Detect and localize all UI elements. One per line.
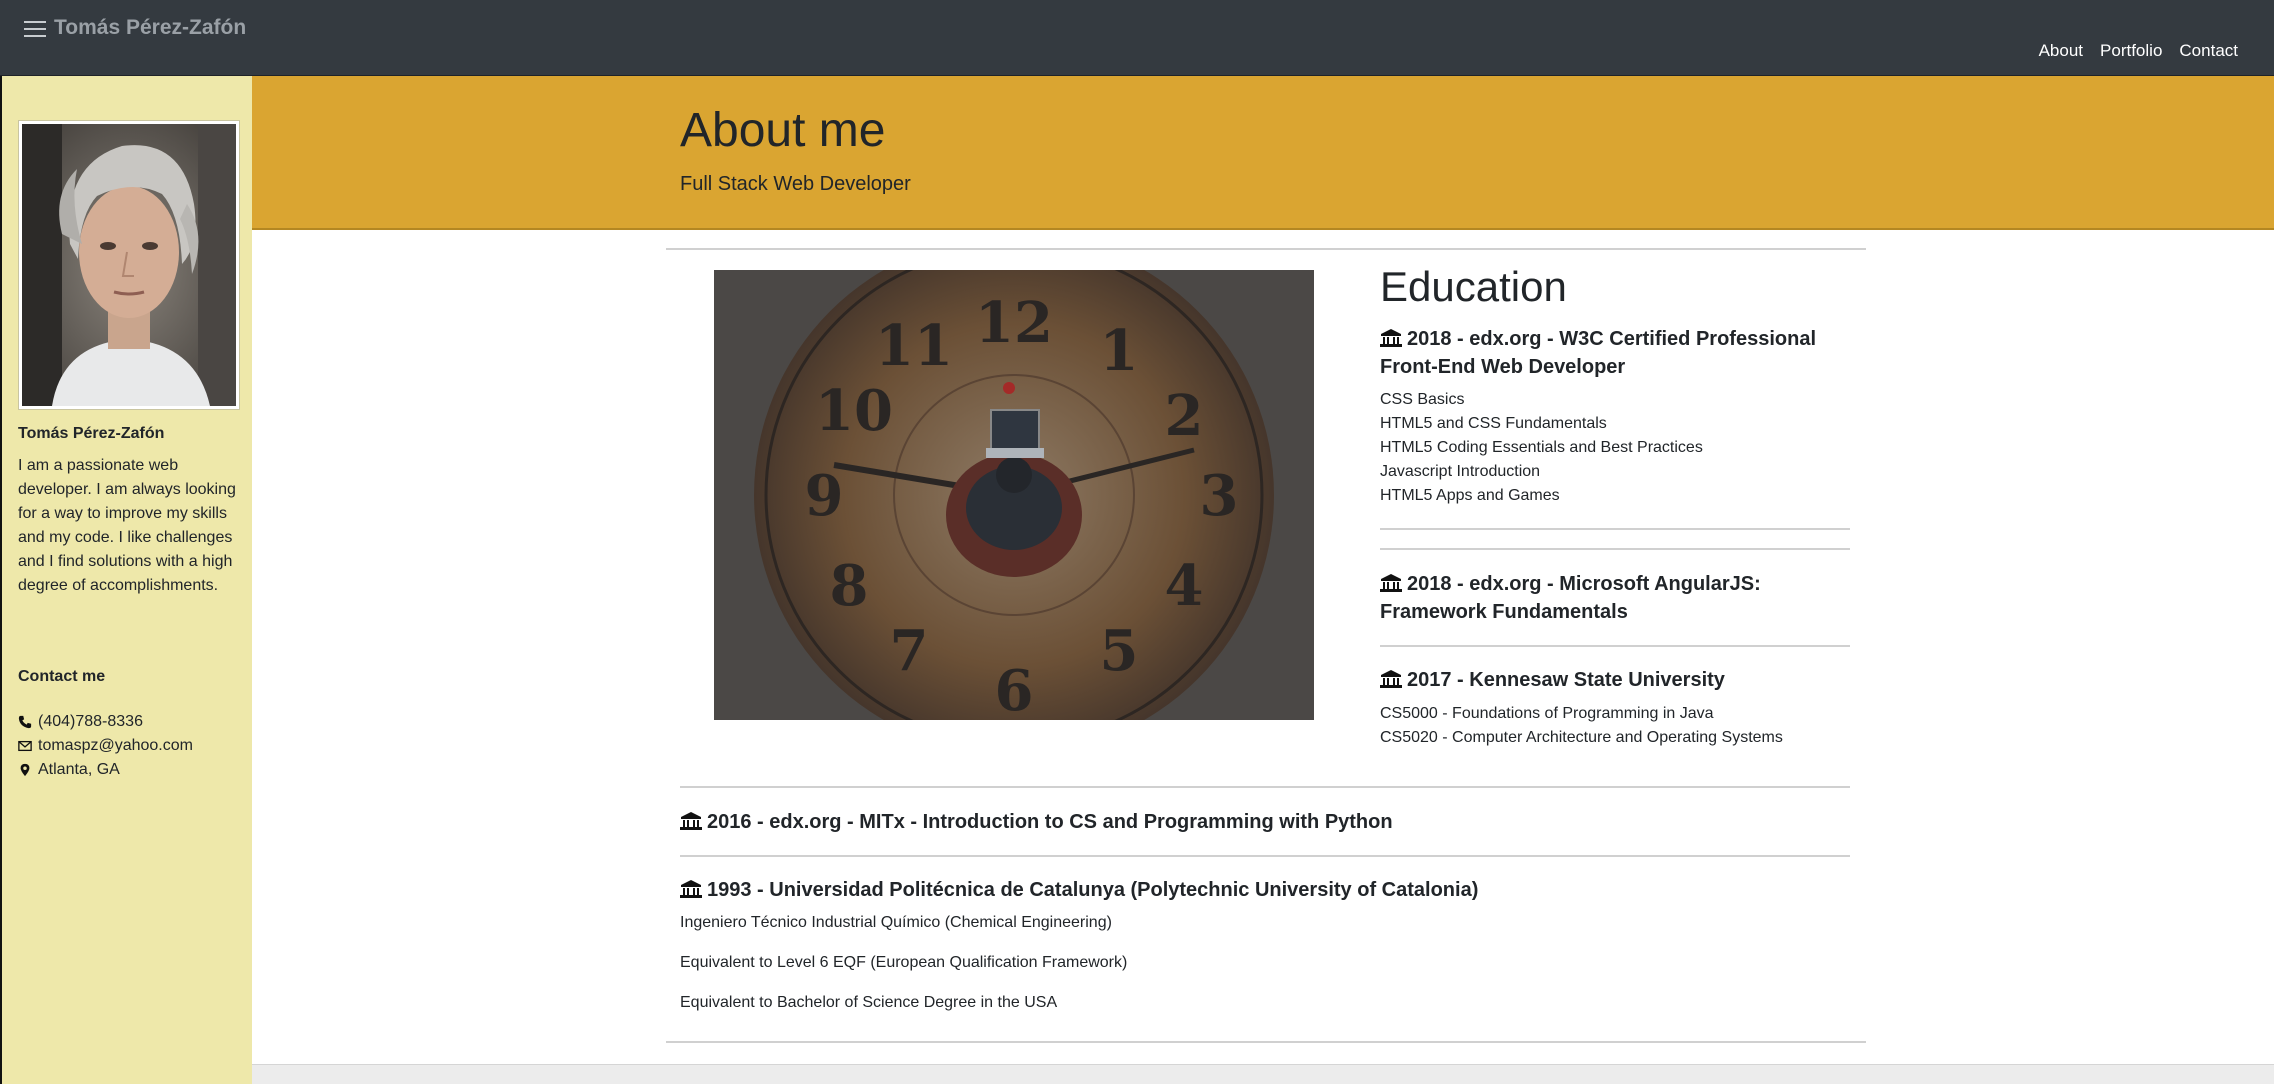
list-item: Equivalent to Level 6 EQF (European Qual… [680,954,1128,971]
education-entry-heading: 2018 - edx.org - Microsoft AngularJS: Fr… [1380,570,1860,626]
list-item: Javascript Introduction [1380,463,1541,480]
education-entry-title: 2016 - edx.org - MITx - Introduction to … [707,811,1393,833]
header-band: About me Full Stack Web Developer [252,76,2274,230]
page-title: About me [680,104,886,157]
brand[interactable]: Tomás Pérez-Zafón [24,16,246,40]
list-item: CS5020 - Computer Architecture and Opera… [1380,729,1783,746]
education-entry-title: 2017 - Kennesaw State University [1407,669,1725,691]
map-marker-icon [20,763,30,777]
list-item: HTML5 and CSS Fundamentals [1380,415,1607,432]
university-icon [1380,670,1402,688]
contact-email: tomaspz@yahoo.com [18,734,193,758]
divider [666,1041,1866,1043]
divider [680,786,1850,788]
svg-text:8: 8 [830,553,869,619]
nav-link-portfolio[interactable]: Portfolio [2100,41,2162,61]
university-icon [1380,329,1402,347]
education-entry-title: 1993 - Universidad Politécnica de Catalu… [707,879,1479,901]
nav-link-about[interactable]: About [2039,41,2083,61]
phone-number[interactable]: (404)788-8336 [38,713,143,731]
hero-image: 12 1 2 3 4 5 6 7 8 9 10 11 [714,270,1314,720]
university-icon [680,880,702,898]
svg-text:2: 2 [1165,383,1204,449]
email-address[interactable]: tomaspz@yahoo.com [38,737,193,755]
contact-phone: (404)788-8336 [18,710,193,734]
university-icon [1380,574,1402,592]
nav-link-contact[interactable]: Contact [2179,41,2238,61]
page-subtitle: Full Stack Web Developer [680,173,911,195]
svg-text:11: 11 [875,313,953,379]
course-list: CSS Basics HTML5 and CSS Fundamentals HT… [1380,388,1703,508]
brand-name[interactable]: Tomás Pérez-Zafón [54,16,246,40]
divider [680,855,1850,857]
svg-text:6: 6 [995,658,1034,720]
divider [1380,645,1850,647]
top-navbar: Tomás Pérez-Zafón About Portfolio Contac… [0,0,2274,76]
svg-text:10: 10 [815,378,893,444]
hamburger-icon[interactable] [24,19,46,37]
university-icon [680,812,702,830]
education-entry-heading: 2018 - edx.org - W3C Certified Professio… [1380,325,1860,381]
list-item: CSS Basics [1380,391,1465,408]
svg-text:12: 12 [975,290,1053,356]
location-text: Atlanta, GA [38,761,120,778]
sidebar-name: Tomás Pérez-Zafón [18,425,165,442]
list-item: HTML5 Apps and Games [1380,487,1560,504]
contact-title: Contact me [18,668,106,685]
svg-text:4: 4 [1165,553,1204,619]
sidebar-bio: I am a passionate web developer. I am al… [18,457,236,594]
contact-list: (404)788-8336 tomaspz@yahoo.com Atlanta,… [18,710,193,782]
envelope-icon [18,740,32,752]
profile-photo [18,120,240,410]
phone-icon [18,715,32,729]
clock-workspace-image: 12 1 2 3 4 5 6 7 8 9 10 11 [714,270,1314,720]
education-entry-title: 2018 - edx.org - W3C Certified Professio… [1380,328,1816,378]
svg-text:1: 1 [1100,318,1139,384]
list-item: CS5000 - Foundations of Programming in J… [1380,705,1714,722]
education-entry-heading: 2017 - Kennesaw State University [1380,666,1860,694]
education-title: Education [1380,263,1567,310]
education-entry-title: 2018 - edx.org - Microsoft AngularJS: Fr… [1380,573,1761,623]
education-entry-heading: 2016 - edx.org - MITx - Introduction to … [680,808,1850,836]
list-item: Equivalent to Bachelor of Science Degree… [680,994,1058,1011]
svg-text:7: 7 [890,618,929,684]
contact-location: Atlanta, GA [18,758,193,782]
svg-text:3: 3 [1200,463,1239,529]
divider [1380,528,1850,530]
profile-photo-image [22,124,236,406]
list-item: HTML5 Coding Essentials and Best Practic… [1380,439,1703,456]
nav-links: About Portfolio Contact [2039,41,2238,61]
content-bottom-shadow [252,1064,2274,1084]
divider [666,248,1866,250]
list-item: Ingeniero Técnico Industrial Químico (Ch… [680,914,1112,931]
course-list: CS5000 - Foundations of Programming in J… [1380,702,1783,750]
sidebar: Tomás Pérez-Zafón I am a passionate web … [0,76,252,1084]
svg-text:5: 5 [1100,618,1139,684]
education-entry-heading: 1993 - Universidad Politécnica de Catalu… [680,876,1850,904]
divider [1380,548,1850,550]
svg-text:9: 9 [805,463,844,529]
